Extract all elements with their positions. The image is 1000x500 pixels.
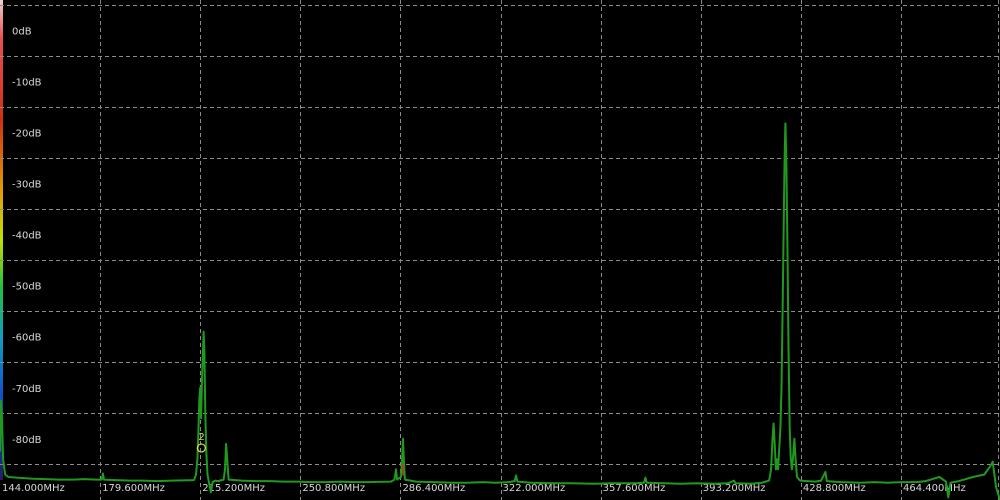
spectrum-plot[interactable]: 0dB -10dB -20dB -30dB -40dB -50dB -60dB -70dB -8… [0, 0, 1000, 500]
x-tick-label: 428.800MHz [803, 483, 866, 494]
x-tick-label: 357.600MHz [603, 483, 666, 494]
y-tick-label: -10dB [12, 78, 42, 89]
x-tick-label: 393.200MHz [703, 483, 766, 494]
x-tick-label: 144.000MHz [2, 483, 65, 494]
y-tick-label: 0dB [12, 27, 32, 38]
x-tick-label: 250.800MHz [302, 483, 365, 494]
y-tick-label: -50dB [12, 282, 42, 293]
y-tick-label: -30dB [12, 180, 42, 191]
y-tick-label: -70dB [12, 384, 42, 395]
x-tick-label: 179.600MHz [102, 483, 165, 494]
y-tick-label: -20dB [12, 129, 42, 140]
y-tick-label: -60dB [12, 333, 42, 344]
x-tick-label: 286.400MHz [402, 483, 465, 494]
x-tick-label: 322.000MHz [503, 483, 566, 494]
x-tick-label: 464.400MHz [903, 483, 966, 494]
marker-label: 2 [198, 432, 204, 443]
y-tick-label: -40dB [12, 231, 42, 242]
y-tick-label: -80dB [12, 435, 42, 446]
plot-background [0, 0, 1000, 500]
